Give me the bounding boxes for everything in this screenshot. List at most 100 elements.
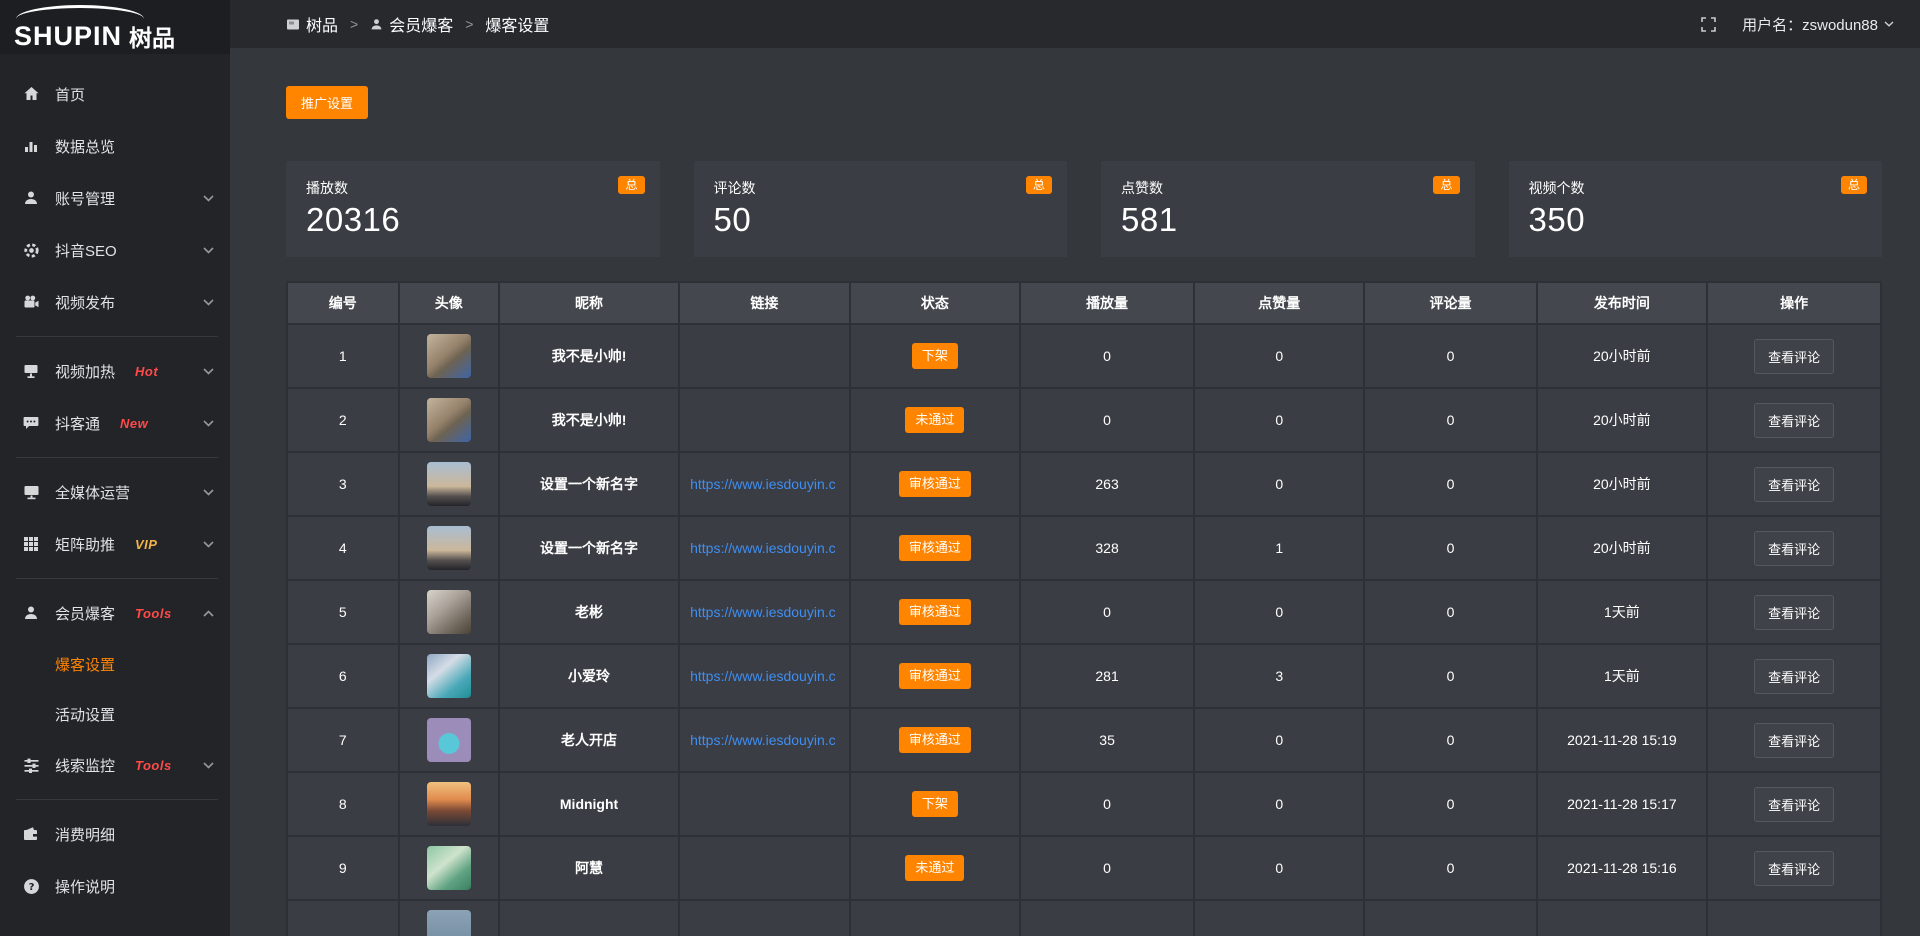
view-comments-button[interactable]: 查看评论 [1754, 787, 1834, 822]
likes-count: 0 [1194, 324, 1365, 388]
promotion-settings-button[interactable]: 推广设置 [286, 86, 368, 119]
status-badge: 下架 [912, 343, 958, 369]
action-cell: 查看评论 [1707, 708, 1881, 772]
sidebar-item-doukertong[interactable]: 抖客通 New [0, 397, 230, 449]
sidebar-item-home[interactable]: 首页 [0, 68, 230, 120]
video-link[interactable]: https://www.iesdouyin.c [690, 732, 847, 748]
sidebar-item-label: 账号管理 [55, 188, 115, 209]
sidebar-item-omnimedia[interactable]: 全媒体运营 [0, 466, 230, 518]
sidebar-item-label: 数据总览 [55, 136, 115, 157]
gear-icon [22, 241, 40, 259]
page-content: 推广设置 播放数 20316 总 评论数 50 总 点赞数 581 总 [230, 48, 1920, 936]
row-number [287, 900, 399, 936]
avatar [427, 462, 471, 506]
comments-count: 0 [1364, 708, 1536, 772]
total-badge: 总 [618, 176, 644, 194]
chevron-down-icon [203, 368, 214, 375]
view-comments-button[interactable]: 查看评论 [1754, 595, 1834, 630]
publish-time [1537, 900, 1708, 936]
status-cell: 审核通过 [850, 516, 1021, 580]
action-cell: 查看评论 [1707, 452, 1881, 516]
view-comments-button[interactable]: 查看评论 [1754, 723, 1834, 758]
hot-badge: Hot [135, 364, 158, 379]
videos-table: 编号 头像 昵称 链接 状态 播放量 点赞量 评论量 发布时间 操作 1 我 [286, 281, 1882, 936]
action-cell: 查看评论 [1707, 388, 1881, 452]
breadcrumb-separator: > [465, 16, 473, 32]
sidebar-item-instructions[interactable]: ? 操作说明 [0, 860, 230, 912]
breadcrumb-item-shupin[interactable]: 树品 [286, 12, 338, 36]
status-badge: 审核通过 [899, 663, 971, 689]
publish-time: 1天前 [1537, 644, 1708, 708]
sliders-icon [22, 756, 40, 774]
breadcrumb-label: 爆客设置 [485, 12, 549, 36]
sidebar-item-data-overview[interactable]: 数据总览 [0, 120, 230, 172]
sidebar-item-video-heat[interactable]: 视频加热 Hot [0, 345, 230, 397]
table-row: 8 Midnight 下架 0 0 0 2021-11-28 15:17 查看评… [287, 772, 1881, 836]
link-cell: https://www.iesdouyin.c [679, 452, 850, 516]
view-comments-button[interactable]: 查看评论 [1754, 531, 1834, 566]
brand-logo[interactable]: SHUPIN 树品 [0, 0, 230, 54]
nickname: Midnight [499, 772, 679, 836]
user-icon [370, 18, 383, 31]
plays-count [1020, 900, 1194, 936]
likes-count: 1 [1194, 516, 1365, 580]
chevron-down-icon [203, 247, 214, 254]
nickname: 小爱玲 [499, 644, 679, 708]
sidebar-subitem-label: 爆客设置 [55, 654, 115, 675]
table-row: 1 我不是小帅! 下架 0 0 0 20小时前 查看评论 [287, 324, 1881, 388]
stat-label: 视频个数 [1529, 178, 1863, 198]
video-link[interactable]: https://www.iesdouyin.c [690, 668, 847, 684]
row-number: 8 [287, 772, 399, 836]
plays-count: 0 [1020, 836, 1194, 900]
nickname [499, 900, 679, 936]
status-cell: 审核通过 [850, 580, 1021, 644]
video-link[interactable]: https://www.iesdouyin.c [690, 540, 847, 556]
status-cell: 审核通过 [850, 452, 1021, 516]
fullscreen-icon[interactable] [1701, 17, 1716, 32]
video-link[interactable]: https://www.iesdouyin.c [690, 604, 847, 620]
sidebar-item-consumption-details[interactable]: 消费明细 [0, 808, 230, 860]
avatar [427, 910, 471, 936]
link-cell: https://www.iesdouyin.c [679, 708, 850, 772]
sidebar-item-lead-monitor[interactable]: 线索监控 Tools [0, 739, 230, 791]
sidebar-item-member-baoke[interactable]: 会员爆客 Tools [0, 587, 230, 639]
video-link[interactable]: https://www.iesdouyin.c [690, 476, 847, 492]
svg-text:?: ? [28, 882, 34, 893]
user-icon [22, 189, 40, 207]
view-comments-button[interactable]: 查看评论 [1754, 339, 1834, 374]
tools-badge: Tools [135, 606, 172, 621]
view-comments-button[interactable]: 查看评论 [1754, 403, 1834, 438]
sidebar-item-video-publish[interactable]: 视频发布 [0, 276, 230, 328]
total-badge: 总 [1026, 176, 1052, 194]
username-menu[interactable]: 用户名：zswodun88 [1742, 14, 1894, 35]
sidebar-item-label: 消费明细 [55, 824, 115, 845]
link-cell [679, 836, 850, 900]
publish-time: 20小时前 [1537, 388, 1708, 452]
sidebar-item-matrix-boost[interactable]: 矩阵助推 VIP [0, 518, 230, 570]
sidebar-item-label: 首页 [55, 84, 85, 105]
col-header-actions: 操作 [1707, 282, 1881, 324]
table-row: 6 小爱玲 https://www.iesdouyin.c 审核通过 281 3… [287, 644, 1881, 708]
total-badge: 总 [1433, 176, 1459, 194]
sidebar-item-account[interactable]: 账号管理 [0, 172, 230, 224]
stats-cards: 播放数 20316 总 评论数 50 总 点赞数 581 总 视频个数 350 [286, 161, 1882, 257]
row-number: 3 [287, 452, 399, 516]
tools-badge: Tools [135, 758, 172, 773]
sidebar-subitem-activity-settings[interactable]: 活动设置 [0, 689, 230, 739]
logo-arc [16, 5, 144, 19]
view-comments-button[interactable]: 查看评论 [1754, 659, 1834, 694]
view-comments-button[interactable]: 查看评论 [1754, 467, 1834, 502]
col-header-comments: 评论量 [1364, 282, 1536, 324]
view-comments-button[interactable]: 查看评论 [1754, 851, 1834, 886]
breadcrumb-item-member-baoke[interactable]: 会员爆客 [370, 12, 453, 36]
link-cell: https://www.iesdouyin.c [679, 580, 850, 644]
publish-time: 2021-11-28 15:17 [1537, 772, 1708, 836]
table-body: 1 我不是小帅! 下架 0 0 0 20小时前 查看评论 2 我不是小帅! 未通… [287, 324, 1881, 936]
comments-count: 0 [1364, 516, 1536, 580]
status-cell: 下架 [850, 772, 1021, 836]
likes-count: 0 [1194, 388, 1365, 452]
sidebar-subitem-baoke-settings[interactable]: 爆客设置 [0, 639, 230, 689]
sidebar: SHUPIN 树品 首页 数据总览 账号管理 [0, 0, 230, 936]
sidebar-item-douyin-seo[interactable]: 抖音SEO [0, 224, 230, 276]
status-badge: 审核通过 [899, 727, 971, 753]
